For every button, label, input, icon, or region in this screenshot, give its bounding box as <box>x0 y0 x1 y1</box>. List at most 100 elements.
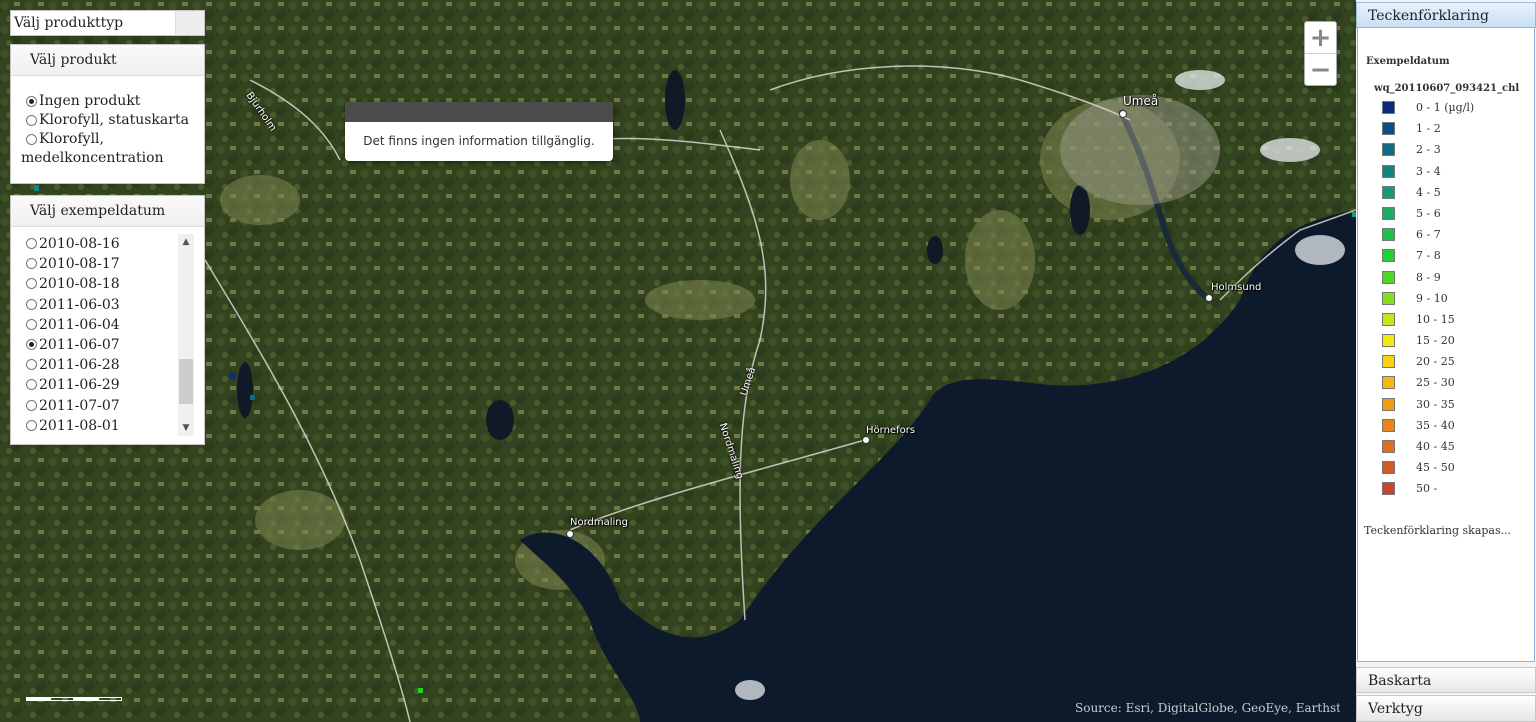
legend-item-label: 50 - <box>1416 482 1438 496</box>
radio-icon[interactable] <box>26 359 37 371</box>
product-option-status[interactable]: Klorofyll, statuskarta <box>11 111 204 130</box>
radio-icon[interactable] <box>26 419 37 431</box>
date-option[interactable]: 2011-07-07 <box>11 396 191 416</box>
right-sidebar: Teckenförklaring Exempeldatum wq_2011060… <box>1356 0 1536 722</box>
product-option-mean[interactable]: Klorofyll, <box>11 130 204 149</box>
scrollbar-thumb[interactable] <box>179 359 193 404</box>
tab-tools[interactable]: Verktyg <box>1356 695 1536 722</box>
legend-item-label: 40 - 45 <box>1416 440 1455 453</box>
zoom-control: + − <box>1304 21 1337 86</box>
date-label: 2011-07-07 <box>39 397 120 414</box>
legend-swatch <box>1382 482 1395 496</box>
radio-icon[interactable] <box>26 298 37 310</box>
scroll-down-icon[interactable]: ▼ <box>178 420 194 436</box>
legend-swatch <box>1382 249 1395 263</box>
hornefors-marker[interactable] <box>862 436 870 444</box>
radio-icon[interactable] <box>26 96 37 107</box>
legend-swatch <box>1382 355 1395 369</box>
legend-item: 6 - 7 <box>1358 225 1534 246</box>
legend-item: 1 - 2 <box>1358 119 1534 140</box>
product-option-label-cont: medelkoncentration <box>21 150 164 166</box>
legend-item-label: 6 - 7 <box>1416 228 1441 242</box>
legend-swatch <box>1382 312 1395 326</box>
legend-item: 35 - 40 <box>1358 416 1534 437</box>
place-label-umea: Umeå <box>1123 94 1159 108</box>
radio-icon[interactable] <box>26 399 37 411</box>
date-option[interactable]: 2010-08-17 <box>11 254 191 274</box>
holmsund-marker[interactable] <box>1205 294 1213 302</box>
legend-swatch <box>1382 397 1395 411</box>
scale-bar <box>26 697 122 703</box>
zoom-out-button[interactable]: − <box>1305 53 1336 85</box>
date-option[interactable]: 2010-08-18 <box>11 274 191 294</box>
radio-icon[interactable] <box>26 379 37 391</box>
legend-item-label: 5 - 6 <box>1416 206 1441 220</box>
tab-legend[interactable]: Teckenförklaring <box>1356 2 1536 28</box>
product-option-label: Klorofyll, statuskarta <box>39 112 189 128</box>
legend-section-title: Exempeldatum <box>1366 56 1450 67</box>
popup-title-bar[interactable] <box>345 102 613 122</box>
legend-swatch <box>1382 101 1395 114</box>
radio-icon[interactable] <box>26 238 37 249</box>
legend-item: 15 - 20 <box>1358 331 1534 352</box>
legend-swatch <box>1382 122 1395 136</box>
legend-item: 10 - 15 <box>1358 310 1534 331</box>
tab-basemap[interactable]: Baskarta <box>1356 667 1536 693</box>
legend-item-label: 0 - 1 (µg/l) <box>1416 101 1475 114</box>
legend-item-label: 1 - 2 <box>1416 122 1441 136</box>
product-option-label: Klorofyll, <box>39 131 104 147</box>
product-type-select[interactable]: Välj produkttyp <box>10 10 205 36</box>
product-type-label: Välj produkttyp <box>14 15 124 31</box>
date-list-scrollbar[interactable]: ▲ ▼ <box>178 234 194 436</box>
zoom-in-button[interactable]: + <box>1305 22 1336 53</box>
legend-item: 45 - 50 <box>1358 458 1534 479</box>
legend-item-label: 8 - 9 <box>1416 270 1441 284</box>
legend-item: 7 - 8 <box>1358 246 1534 267</box>
date-label: 2011-06-07 <box>39 337 120 354</box>
date-label: 2010-08-16 <box>39 236 120 252</box>
legend-item-label: 3 - 4 <box>1416 164 1441 178</box>
date-option[interactable]: 2011-06-07 <box>11 335 191 355</box>
legend-item: 30 - 35 <box>1358 395 1534 416</box>
umea-marker[interactable] <box>1119 110 1127 118</box>
date-label: 2010-08-18 <box>39 276 120 293</box>
legend-panel: Exempeldatum wq_20110607_093421_chl 0 - … <box>1357 27 1535 662</box>
legend-items: 0 - 1 (µg/l) 1 - 2 2 - 3 3 - 4 4 - 5 5 - 6 6 -… <box>1358 98 1534 501</box>
legend-swatch <box>1382 334 1395 348</box>
map-attribution: Source: Esri, DigitalGlobe, GeoEye, Eart… <box>1075 701 1340 715</box>
product-option-mean-wrap[interactable]: medelkoncentration <box>11 149 204 168</box>
legend-item: 40 - 45 <box>1358 437 1534 458</box>
map-view[interactable]: Umeå Holmsund Hörnefors Nordmaling Bjurh… <box>0 0 1356 722</box>
date-option[interactable]: 2010-08-16 <box>11 234 191 254</box>
dropdown-arrow-icon[interactable] <box>175 11 204 35</box>
date-option[interactable]: 2011-06-29 <box>11 375 191 395</box>
legend-item: 20 - 25 <box>1358 352 1534 373</box>
date-option[interactable]: 2011-08-01 <box>11 416 191 436</box>
radio-icon[interactable] <box>26 134 37 145</box>
date-option[interactable]: 2011-06-04 <box>11 315 191 335</box>
legend-item: 9 - 10 <box>1358 289 1534 310</box>
choose-product-title: Välj produkt <box>11 45 204 76</box>
legend-item: 0 - 1 (µg/l) <box>1358 98 1534 119</box>
date-option[interactable]: 2011-06-28 <box>11 355 191 375</box>
choose-date-panel: Välj exempeldatum 2010-08-16 2010-08-17 … <box>10 195 205 445</box>
radio-icon[interactable] <box>26 115 37 126</box>
radio-icon[interactable] <box>26 339 37 351</box>
date-list[interactable]: 2010-08-16 2010-08-17 2010-08-18 2011-06… <box>11 234 191 436</box>
date-label: 2011-06-03 <box>39 296 120 313</box>
nordmaling-marker[interactable] <box>566 530 574 538</box>
place-label-nordmaling: Nordmaling <box>570 517 628 528</box>
date-label: 2011-08-01 <box>39 417 120 434</box>
legend-item-label: 2 - 3 <box>1416 143 1441 157</box>
radio-icon[interactable] <box>26 258 37 270</box>
date-option[interactable]: 2011-06-03 <box>11 295 191 315</box>
legend-item-label: 7 - 8 <box>1416 249 1441 263</box>
product-option-none[interactable]: Ingen produkt <box>11 92 204 111</box>
legend-item: 5 - 6 <box>1358 204 1534 225</box>
radio-icon[interactable] <box>26 278 37 290</box>
radio-icon[interactable] <box>26 318 37 330</box>
scroll-up-icon[interactable]: ▲ <box>178 234 194 250</box>
legend-swatch <box>1382 143 1395 157</box>
legend-status: Teckenförklaring skapas... <box>1364 524 1512 537</box>
choose-date-title: Välj exempeldatum <box>11 196 204 227</box>
